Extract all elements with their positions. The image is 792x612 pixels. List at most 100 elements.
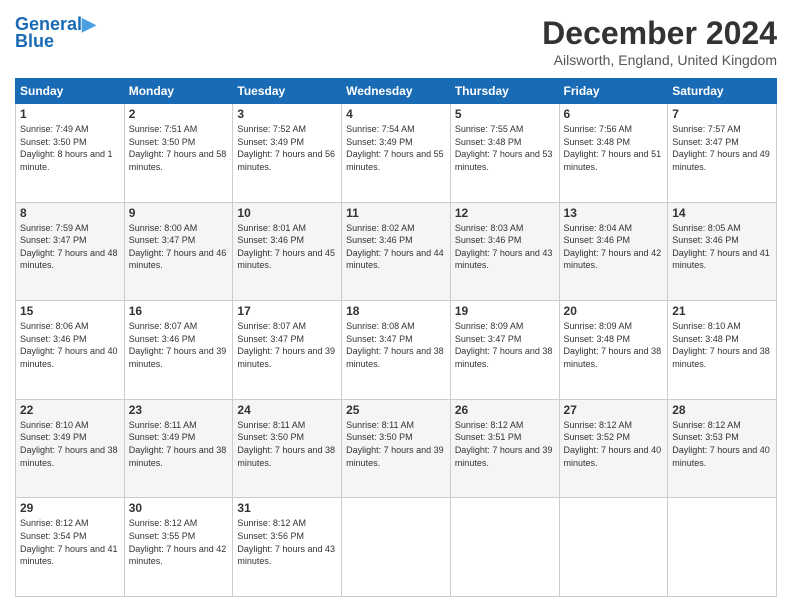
- day-number: 9: [129, 206, 229, 220]
- day-info: Sunrise: 8:05 AM Sunset: 3:46 PM Dayligh…: [672, 222, 772, 272]
- day-info: Sunrise: 8:00 AM Sunset: 3:47 PM Dayligh…: [129, 222, 229, 272]
- calendar-cell: 30 Sunrise: 8:12 AM Sunset: 3:55 PM Dayl…: [124, 498, 233, 597]
- calendar-cell: 16 Sunrise: 8:07 AM Sunset: 3:46 PM Dayl…: [124, 301, 233, 400]
- day-info: Sunrise: 7:49 AM Sunset: 3:50 PM Dayligh…: [20, 123, 120, 173]
- calendar-cell: 5 Sunrise: 7:55 AM Sunset: 3:48 PM Dayli…: [450, 104, 559, 203]
- day-info: Sunrise: 8:12 AM Sunset: 3:52 PM Dayligh…: [564, 419, 664, 469]
- day-number: 16: [129, 304, 229, 318]
- day-number: 1: [20, 107, 120, 121]
- day-info: Sunrise: 8:11 AM Sunset: 3:50 PM Dayligh…: [237, 419, 337, 469]
- day-info: Sunrise: 8:04 AM Sunset: 3:46 PM Dayligh…: [564, 222, 664, 272]
- day-number: 13: [564, 206, 664, 220]
- calendar-cell: 21 Sunrise: 8:10 AM Sunset: 3:48 PM Dayl…: [668, 301, 777, 400]
- day-number: 14: [672, 206, 772, 220]
- day-info: Sunrise: 8:07 AM Sunset: 3:47 PM Dayligh…: [237, 320, 337, 370]
- calendar-cell: 2 Sunrise: 7:51 AM Sunset: 3:50 PM Dayli…: [124, 104, 233, 203]
- calendar-cell: 11 Sunrise: 8:02 AM Sunset: 3:46 PM Dayl…: [342, 202, 451, 301]
- calendar-cell: 19 Sunrise: 8:09 AM Sunset: 3:47 PM Dayl…: [450, 301, 559, 400]
- calendar-cell: 28 Sunrise: 8:12 AM Sunset: 3:53 PM Dayl…: [668, 399, 777, 498]
- day-number: 19: [455, 304, 555, 318]
- week-row-3: 15 Sunrise: 8:06 AM Sunset: 3:46 PM Dayl…: [16, 301, 777, 400]
- col-wednesday: Wednesday: [342, 79, 451, 104]
- calendar-cell: 7 Sunrise: 7:57 AM Sunset: 3:47 PM Dayli…: [668, 104, 777, 203]
- day-info: Sunrise: 8:10 AM Sunset: 3:48 PM Dayligh…: [672, 320, 772, 370]
- day-info: Sunrise: 8:12 AM Sunset: 3:53 PM Dayligh…: [672, 419, 772, 469]
- day-number: 5: [455, 107, 555, 121]
- calendar-cell: 18 Sunrise: 8:08 AM Sunset: 3:47 PM Dayl…: [342, 301, 451, 400]
- day-number: 23: [129, 403, 229, 417]
- subtitle: Ailsworth, England, United Kingdom: [542, 52, 777, 68]
- calendar-cell: 4 Sunrise: 7:54 AM Sunset: 3:49 PM Dayli…: [342, 104, 451, 203]
- day-number: 24: [237, 403, 337, 417]
- day-info: Sunrise: 8:08 AM Sunset: 3:47 PM Dayligh…: [346, 320, 446, 370]
- day-number: 21: [672, 304, 772, 318]
- calendar-cell: 24 Sunrise: 8:11 AM Sunset: 3:50 PM Dayl…: [233, 399, 342, 498]
- day-info: Sunrise: 8:09 AM Sunset: 3:48 PM Dayligh…: [564, 320, 664, 370]
- calendar-cell: 20 Sunrise: 8:09 AM Sunset: 3:48 PM Dayl…: [559, 301, 668, 400]
- day-number: 8: [20, 206, 120, 220]
- day-number: 11: [346, 206, 446, 220]
- calendar-cell: 17 Sunrise: 8:07 AM Sunset: 3:47 PM Dayl…: [233, 301, 342, 400]
- day-number: 22: [20, 403, 120, 417]
- calendar-cell: 12 Sunrise: 8:03 AM Sunset: 3:46 PM Dayl…: [450, 202, 559, 301]
- calendar-cell: 22 Sunrise: 8:10 AM Sunset: 3:49 PM Dayl…: [16, 399, 125, 498]
- day-info: Sunrise: 8:11 AM Sunset: 3:50 PM Dayligh…: [346, 419, 446, 469]
- calendar-cell: [342, 498, 451, 597]
- calendar-cell: 3 Sunrise: 7:52 AM Sunset: 3:49 PM Dayli…: [233, 104, 342, 203]
- day-info: Sunrise: 7:56 AM Sunset: 3:48 PM Dayligh…: [564, 123, 664, 173]
- day-info: Sunrise: 8:12 AM Sunset: 3:56 PM Dayligh…: [237, 517, 337, 567]
- calendar-cell: 13 Sunrise: 8:04 AM Sunset: 3:46 PM Dayl…: [559, 202, 668, 301]
- calendar-cell: 31 Sunrise: 8:12 AM Sunset: 3:56 PM Dayl…: [233, 498, 342, 597]
- page: General▶ Blue December 2024 Ailsworth, E…: [0, 0, 792, 612]
- day-number: 12: [455, 206, 555, 220]
- calendar-cell: 29 Sunrise: 8:12 AM Sunset: 3:54 PM Dayl…: [16, 498, 125, 597]
- day-number: 28: [672, 403, 772, 417]
- day-info: Sunrise: 8:02 AM Sunset: 3:46 PM Dayligh…: [346, 222, 446, 272]
- week-row-1: 1 Sunrise: 7:49 AM Sunset: 3:50 PM Dayli…: [16, 104, 777, 203]
- day-info: Sunrise: 7:57 AM Sunset: 3:47 PM Dayligh…: [672, 123, 772, 173]
- day-number: 4: [346, 107, 446, 121]
- day-number: 20: [564, 304, 664, 318]
- calendar-cell: 15 Sunrise: 8:06 AM Sunset: 3:46 PM Dayl…: [16, 301, 125, 400]
- day-number: 25: [346, 403, 446, 417]
- day-number: 10: [237, 206, 337, 220]
- calendar-cell: 14 Sunrise: 8:05 AM Sunset: 3:46 PM Dayl…: [668, 202, 777, 301]
- day-number: 18: [346, 304, 446, 318]
- main-title: December 2024: [542, 15, 777, 52]
- day-info: Sunrise: 8:12 AM Sunset: 3:54 PM Dayligh…: [20, 517, 120, 567]
- day-info: Sunrise: 8:12 AM Sunset: 3:55 PM Dayligh…: [129, 517, 229, 567]
- col-tuesday: Tuesday: [233, 79, 342, 104]
- day-info: Sunrise: 7:54 AM Sunset: 3:49 PM Dayligh…: [346, 123, 446, 173]
- col-thursday: Thursday: [450, 79, 559, 104]
- day-number: 6: [564, 107, 664, 121]
- day-number: 30: [129, 501, 229, 515]
- calendar-cell: 25 Sunrise: 8:11 AM Sunset: 3:50 PM Dayl…: [342, 399, 451, 498]
- col-monday: Monday: [124, 79, 233, 104]
- day-info: Sunrise: 8:12 AM Sunset: 3:51 PM Dayligh…: [455, 419, 555, 469]
- calendar-cell: [668, 498, 777, 597]
- calendar-cell: 6 Sunrise: 7:56 AM Sunset: 3:48 PM Dayli…: [559, 104, 668, 203]
- day-number: 7: [672, 107, 772, 121]
- day-info: Sunrise: 7:59 AM Sunset: 3:47 PM Dayligh…: [20, 222, 120, 272]
- calendar-table: Sunday Monday Tuesday Wednesday Thursday…: [15, 78, 777, 597]
- title-block: December 2024 Ailsworth, England, United…: [542, 15, 777, 68]
- logo: General▶ Blue: [15, 15, 96, 52]
- col-friday: Friday: [559, 79, 668, 104]
- day-info: Sunrise: 8:07 AM Sunset: 3:46 PM Dayligh…: [129, 320, 229, 370]
- day-number: 26: [455, 403, 555, 417]
- header: General▶ Blue December 2024 Ailsworth, E…: [15, 15, 777, 68]
- day-info: Sunrise: 7:52 AM Sunset: 3:49 PM Dayligh…: [237, 123, 337, 173]
- day-number: 27: [564, 403, 664, 417]
- day-info: Sunrise: 7:55 AM Sunset: 3:48 PM Dayligh…: [455, 123, 555, 173]
- calendar-cell: 10 Sunrise: 8:01 AM Sunset: 3:46 PM Dayl…: [233, 202, 342, 301]
- calendar-cell: [450, 498, 559, 597]
- day-number: 31: [237, 501, 337, 515]
- day-number: 3: [237, 107, 337, 121]
- day-info: Sunrise: 8:11 AM Sunset: 3:49 PM Dayligh…: [129, 419, 229, 469]
- calendar-cell: 23 Sunrise: 8:11 AM Sunset: 3:49 PM Dayl…: [124, 399, 233, 498]
- calendar-cell: 9 Sunrise: 8:00 AM Sunset: 3:47 PM Dayli…: [124, 202, 233, 301]
- col-sunday: Sunday: [16, 79, 125, 104]
- day-info: Sunrise: 8:10 AM Sunset: 3:49 PM Dayligh…: [20, 419, 120, 469]
- calendar-cell: [559, 498, 668, 597]
- calendar-cell: 27 Sunrise: 8:12 AM Sunset: 3:52 PM Dayl…: [559, 399, 668, 498]
